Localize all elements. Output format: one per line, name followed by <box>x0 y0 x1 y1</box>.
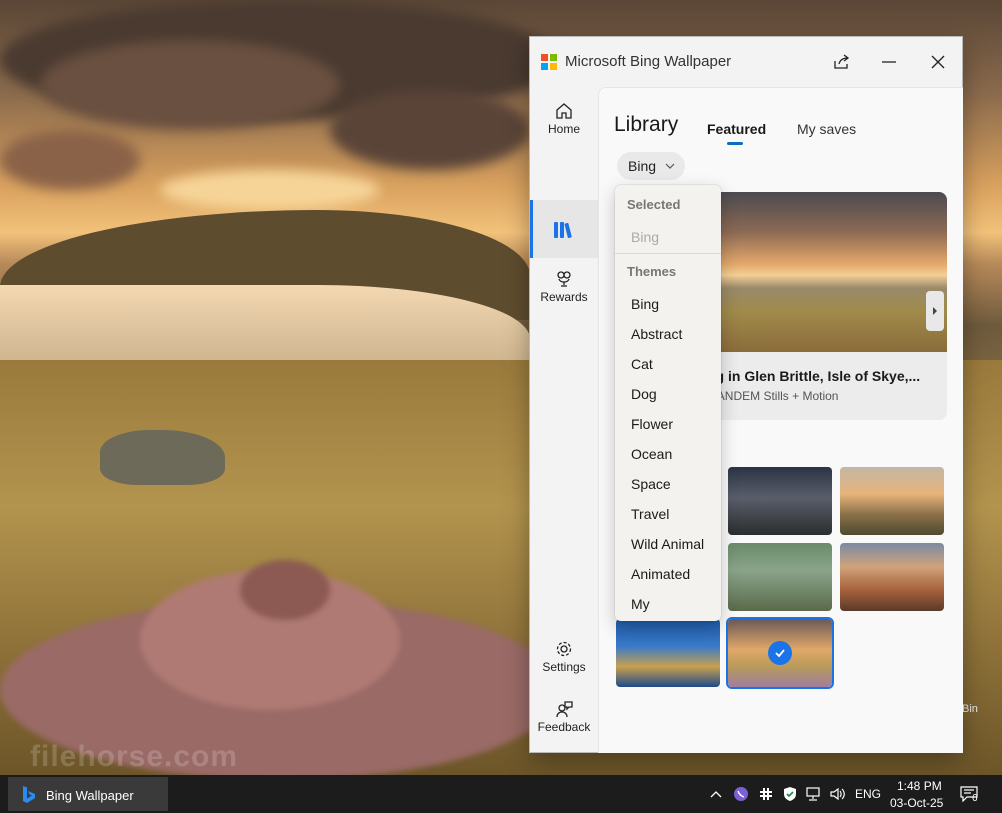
slack-icon[interactable] <box>757 785 775 803</box>
dropdown-divider <box>615 253 721 254</box>
watermark: filehorse.com <box>30 740 239 773</box>
close-button[interactable] <box>920 47 956 77</box>
dropdown-item-abstract[interactable]: Abstract <box>631 326 682 342</box>
tab-my-saves[interactable]: My saves <box>797 121 856 137</box>
dropdown-item-space[interactable]: Space <box>631 476 671 492</box>
library-icon <box>554 222 572 239</box>
dropdown-item-ocean[interactable]: Ocean <box>631 446 672 462</box>
carousel-next-button[interactable] <box>926 291 944 331</box>
cloud <box>330 90 530 170</box>
trophy-icon <box>557 271 571 287</box>
filter-dropdown[interactable]: Bing <box>617 152 685 180</box>
volume-icon[interactable] <box>828 785 846 803</box>
cloud <box>0 130 140 190</box>
page-title: Library <box>614 113 679 136</box>
wallpaper-thumbnail[interactable] <box>840 467 944 535</box>
input-language[interactable]: ENG <box>855 787 881 801</box>
nav-rewards-label: Rewards <box>540 290 588 304</box>
chevron-down-icon <box>665 163 675 169</box>
nav-settings[interactable]: Settings <box>530 640 598 674</box>
dropdown-item-cat[interactable]: Cat <box>631 356 653 372</box>
security-shield-icon[interactable] <box>781 785 799 803</box>
wallpaper-thumbnail[interactable] <box>728 543 832 611</box>
gear-icon <box>556 641 572 657</box>
navigation-rail: Home Rewards Settings Feedback <box>530 87 598 752</box>
dropdown-item-travel[interactable]: Travel <box>631 506 669 522</box>
dropdown-item-dog[interactable]: Dog <box>631 386 657 402</box>
heather <box>240 560 330 620</box>
network-icon[interactable] <box>804 785 822 803</box>
home-icon <box>556 103 572 119</box>
title-bar[interactable]: Microsoft Bing Wallpaper <box>530 37 962 87</box>
wallpaper-thumbnail[interactable] <box>840 543 944 611</box>
dropdown-selected-item: Bing <box>631 229 660 245</box>
featured-image[interactable] <box>707 192 947 352</box>
viber-icon[interactable] <box>732 785 750 803</box>
dropdown-item-bing[interactable]: Bing <box>631 296 659 312</box>
dropdown-item-wild-animal[interactable]: Wild Animal <box>631 536 704 552</box>
wallpaper-thumbnail[interactable] <box>728 467 832 535</box>
dropdown-item-animated[interactable]: Animated <box>631 566 690 582</box>
dropdown-section-themes: Themes <box>627 264 677 279</box>
bing-wallpaper-window: Microsoft Bing Wallpaper Home Rewards Se… <box>530 37 963 753</box>
notification-count-badge: 6 <box>972 793 978 804</box>
nav-rewards[interactable]: Rewards <box>530 270 598 304</box>
tab-featured[interactable]: Featured <box>707 121 766 137</box>
show-hidden-icons-chevron-up-icon[interactable] <box>707 785 725 803</box>
rock <box>100 430 225 485</box>
cloud <box>160 170 380 210</box>
wallpaper-thumbnail-selected[interactable] <box>728 619 832 687</box>
cloud <box>40 40 340 130</box>
featured-wallpaper-card[interactable]: ng in Glen Brittle, Isle of Skye,... /TA… <box>707 192 947 420</box>
feedback-icon <box>556 701 573 718</box>
featured-title: ng in Glen Brittle, Isle of Skye,... <box>707 368 921 384</box>
share-icon <box>834 54 850 69</box>
close-icon <box>931 55 945 69</box>
share-button[interactable] <box>823 47 859 77</box>
window-title: Microsoft Bing Wallpaper <box>565 53 732 70</box>
taskbar: Bing Wallpaper ENG 1:48 PM 03-Oct-25 6 <box>0 775 1002 813</box>
minimize-button[interactable] <box>871 47 907 77</box>
filter-dropdown-label: Bing <box>628 158 657 174</box>
bing-icon <box>23 786 35 803</box>
minimize-icon <box>882 61 896 63</box>
microsoft-logo-icon <box>541 54 557 70</box>
nav-feedback-label: Feedback <box>537 720 591 734</box>
taskbar-app-label: Bing Wallpaper <box>46 788 134 803</box>
dropdown-item-flower[interactable]: Flower <box>631 416 673 432</box>
clock-time[interactable]: 1:48 PM <box>897 779 942 793</box>
recycle-bin-label[interactable]: Bin <box>962 703 978 715</box>
dropdown-section-selected: Selected <box>627 197 681 212</box>
chevron-right-icon <box>933 307 937 315</box>
nav-feedback[interactable]: Feedback <box>530 700 598 734</box>
nav-home[interactable]: Home <box>530 102 598 136</box>
clock-date[interactable]: 03-Oct-25 <box>890 796 943 810</box>
taskbar-app-bing-wallpaper[interactable]: Bing Wallpaper <box>8 777 168 811</box>
wallpaper-thumbnail[interactable] <box>616 619 720 687</box>
selected-badge <box>768 641 792 665</box>
checkmark-icon <box>775 649 785 658</box>
active-tab-indicator <box>727 142 743 145</box>
dropdown-item-my[interactable]: My <box>631 596 650 612</box>
nav-home-label: Home <box>547 122 580 136</box>
featured-credit: /TANDEM Stills + Motion <box>707 389 839 403</box>
nav-library[interactable] <box>530 220 598 242</box>
nav-settings-label: Settings <box>542 660 586 674</box>
filter-dropdown-menu: Selected Bing Themes Bing Abstract Cat D… <box>615 185 721 621</box>
